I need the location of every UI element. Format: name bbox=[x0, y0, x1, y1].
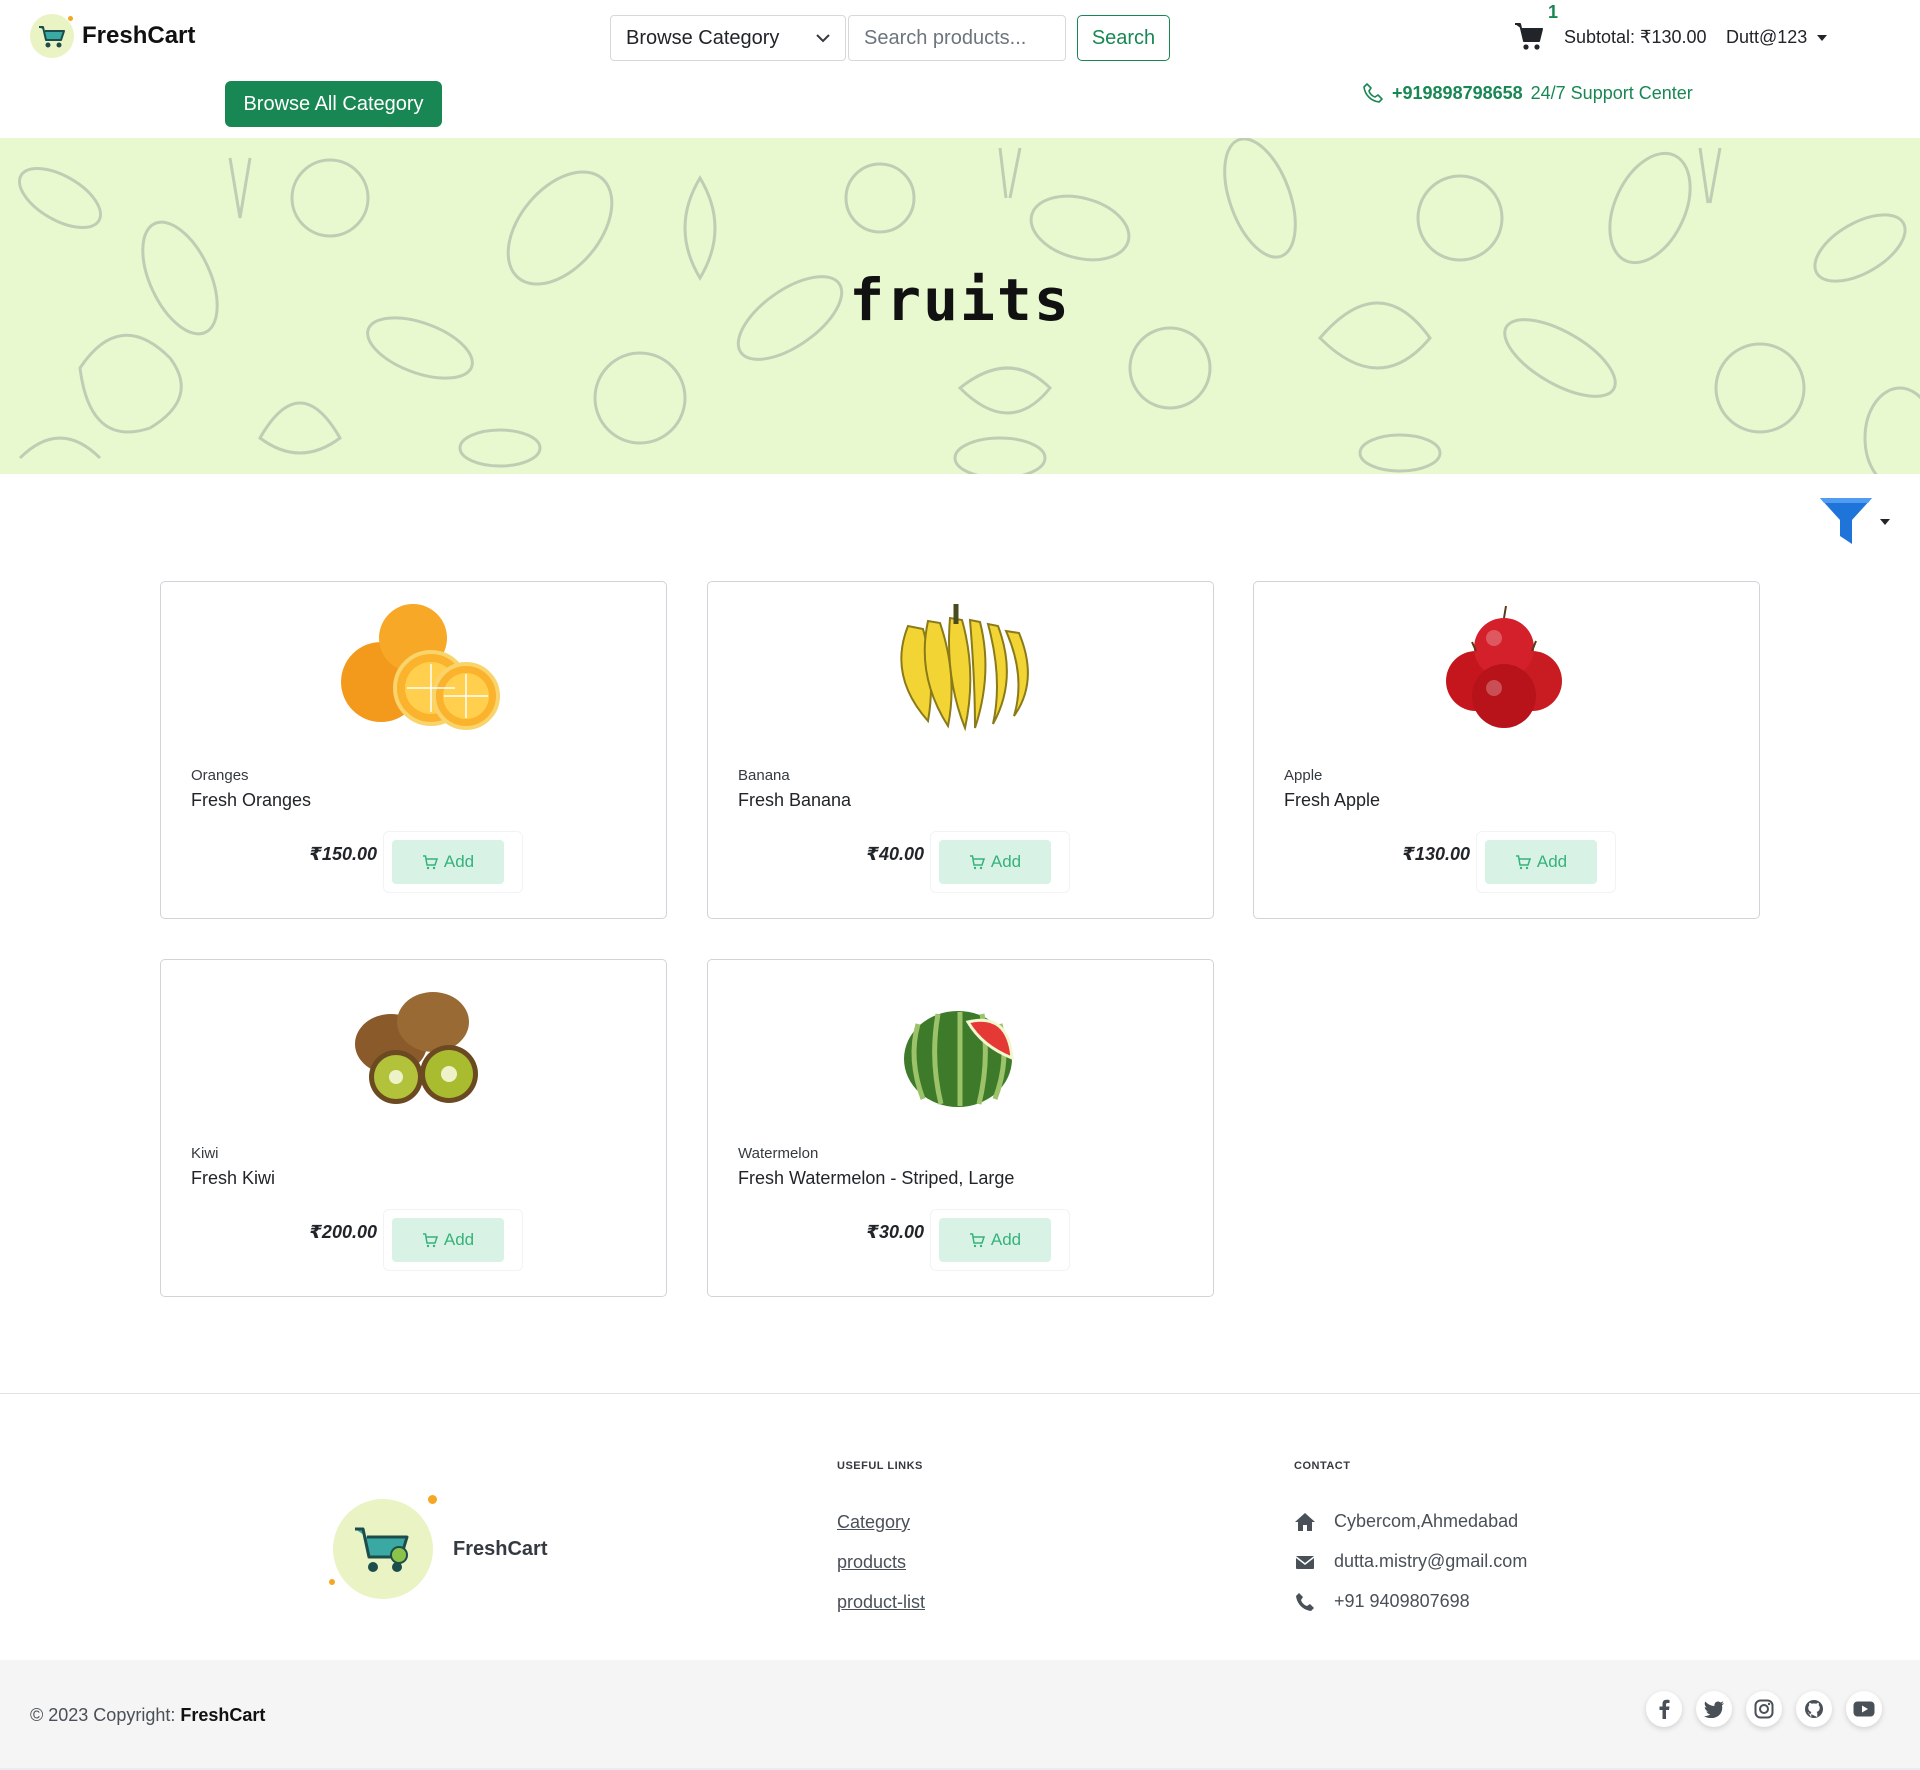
youtube-icon[interactable] bbox=[1846, 1691, 1882, 1727]
envelope-icon bbox=[1295, 1555, 1315, 1569]
add-to-cart-button[interactable]: Add bbox=[392, 840, 504, 884]
category-title: fruits bbox=[849, 266, 1071, 334]
useful-links-heading: USEFUL LINKS bbox=[837, 1460, 923, 1472]
cart-count-badge: 1 bbox=[1548, 2, 1559, 22]
product-price: ₹130.00 bbox=[1402, 844, 1470, 864]
product-name[interactable]: Fresh Oranges bbox=[191, 790, 311, 811]
product-price: ₹40.00 bbox=[866, 844, 924, 864]
contact-address-text: Cybercom,Ahmedabad bbox=[1334, 1511, 1519, 1531]
add-button-label: Add bbox=[990, 1230, 1022, 1249]
filter-funnel-icon bbox=[1820, 498, 1872, 544]
copyright-brand[interactable]: FreshCart bbox=[180, 1705, 265, 1725]
product-category: Oranges bbox=[191, 767, 249, 784]
footer-brand[interactable]: FreshCart bbox=[329, 1495, 548, 1599]
phone-icon bbox=[1363, 83, 1383, 103]
contact-heading: CONTACT bbox=[1294, 1460, 1351, 1472]
site-header: FreshCart Browse Category Search 1 Subto… bbox=[0, 0, 1920, 138]
filter-dropdown[interactable] bbox=[1818, 496, 1890, 548]
user-menu[interactable]: Dutt@123 bbox=[1726, 27, 1828, 48]
footer-link-products[interactable]: products bbox=[837, 1552, 906, 1573]
support-contact: +919898798658 24/7 Support Center bbox=[1362, 82, 1693, 104]
contact-phone[interactable]: +91 9409807698 bbox=[1294, 1591, 1470, 1612]
product-name[interactable]: Fresh Watermelon - Striped, Large bbox=[738, 1168, 1014, 1189]
product-category: Banana bbox=[738, 767, 790, 784]
product-card[interactable]: Watermelon Fresh Watermelon - Striped, L… bbox=[707, 959, 1214, 1297]
cart-logo-icon bbox=[30, 14, 74, 58]
browse-all-category-button[interactable]: Browse All Category bbox=[225, 81, 442, 127]
category-banner: fruits bbox=[0, 138, 1920, 474]
twitter-icon[interactable] bbox=[1696, 1691, 1732, 1727]
site-footer: FreshCart USEFUL LINKS Category products… bbox=[0, 1393, 1920, 1660]
category-select[interactable]: Browse Category bbox=[610, 15, 846, 61]
oranges-image bbox=[341, 604, 500, 730]
add-to-cart-button[interactable]: Add bbox=[392, 1218, 504, 1262]
banana-image bbox=[900, 604, 1029, 732]
add-button-wrapper: Add bbox=[930, 1209, 1070, 1271]
add-to-cart-button[interactable]: Add bbox=[1485, 840, 1597, 884]
product-category: Apple bbox=[1284, 767, 1323, 784]
product-price: ₹200.00 bbox=[309, 1222, 377, 1242]
product-card[interactable]: Oranges Fresh Oranges ₹150.00 Add bbox=[160, 581, 667, 919]
copyright-bar: © 2023 Copyright: FreshCart bbox=[0, 1660, 1920, 1770]
add-button-wrapper: Add bbox=[383, 1209, 523, 1271]
product-card[interactable]: Banana Fresh Banana ₹40.00 Add bbox=[707, 581, 1214, 919]
caret-down-icon bbox=[1817, 34, 1828, 41]
caret-down-icon bbox=[1880, 519, 1890, 525]
footer-link-category[interactable]: Category bbox=[837, 1512, 910, 1533]
product-category: Kiwi bbox=[191, 1145, 219, 1162]
product-name[interactable]: Fresh Kiwi bbox=[191, 1168, 275, 1189]
chevron-down-icon bbox=[816, 33, 830, 42]
username: Dutt@123 bbox=[1726, 27, 1808, 47]
contact-email[interactable]: dutta.mistry@gmail.com bbox=[1294, 1551, 1527, 1572]
cart-icon bbox=[1515, 854, 1531, 869]
add-button-wrapper: Add bbox=[1476, 831, 1616, 893]
social-links bbox=[1646, 1691, 1882, 1727]
contact-phone-text: +91 9409807698 bbox=[1334, 1591, 1470, 1611]
product-name[interactable]: Fresh Apple bbox=[1284, 790, 1380, 811]
support-label: 24/7 Support Center bbox=[1530, 82, 1693, 103]
cart-subtotal: Subtotal: ₹130.00 bbox=[1564, 27, 1707, 47]
watermelon-image bbox=[904, 1011, 1014, 1107]
phone-icon bbox=[1296, 1592, 1314, 1611]
search-input[interactable] bbox=[848, 15, 1066, 61]
product-price: ₹150.00 bbox=[309, 844, 377, 864]
apple-image bbox=[1446, 605, 1562, 728]
cart-logo-icon bbox=[329, 1495, 437, 1599]
footer-link-product-list[interactable]: product-list bbox=[837, 1592, 925, 1613]
add-button-label: Add bbox=[990, 852, 1022, 871]
product-card[interactable]: Apple Fresh Apple ₹130.00 Add bbox=[1253, 581, 1760, 919]
support-phone[interactable]: +919898798658 bbox=[1392, 83, 1523, 104]
cart-icon bbox=[969, 1232, 985, 1247]
product-card[interactable]: Kiwi Fresh Kiwi ₹200.00 Add bbox=[160, 959, 667, 1297]
instagram-icon[interactable] bbox=[1746, 1691, 1782, 1727]
add-button-label: Add bbox=[443, 852, 475, 871]
add-button-wrapper: Add bbox=[930, 831, 1070, 893]
add-to-cart-button[interactable]: Add bbox=[939, 840, 1051, 884]
add-button-wrapper: Add bbox=[383, 831, 523, 893]
product-category: Watermelon bbox=[738, 1145, 819, 1162]
add-button-label: Add bbox=[1536, 852, 1568, 871]
brand-name: FreshCart bbox=[82, 22, 196, 49]
home-icon bbox=[1295, 1512, 1315, 1531]
contact-email-text: dutta.mistry@gmail.com bbox=[1334, 1551, 1528, 1571]
brand-logo[interactable]: FreshCart bbox=[30, 14, 195, 58]
github-icon[interactable] bbox=[1796, 1691, 1832, 1727]
cart-icon bbox=[422, 854, 438, 869]
copyright-text: © 2023 Copyright: FreshCart bbox=[30, 1705, 265, 1726]
product-name[interactable]: Fresh Banana bbox=[738, 790, 851, 811]
kiwi-image bbox=[355, 992, 478, 1104]
add-button-label: Add bbox=[443, 1230, 475, 1249]
facebook-icon[interactable] bbox=[1646, 1691, 1682, 1727]
product-price: ₹30.00 bbox=[866, 1222, 924, 1242]
contact-address: Cybercom,Ahmedabad bbox=[1294, 1511, 1518, 1532]
copyright-prefix: © 2023 Copyright: bbox=[30, 1705, 176, 1725]
search-button[interactable]: Search bbox=[1077, 15, 1170, 61]
add-to-cart-button[interactable]: Add bbox=[939, 1218, 1051, 1262]
category-select-value: Browse Category bbox=[626, 26, 780, 49]
shopping-cart-icon[interactable] bbox=[1514, 20, 1544, 52]
footer-brand-name: FreshCart bbox=[453, 1537, 548, 1560]
cart-icon bbox=[969, 854, 985, 869]
cart-icon bbox=[422, 1232, 438, 1247]
